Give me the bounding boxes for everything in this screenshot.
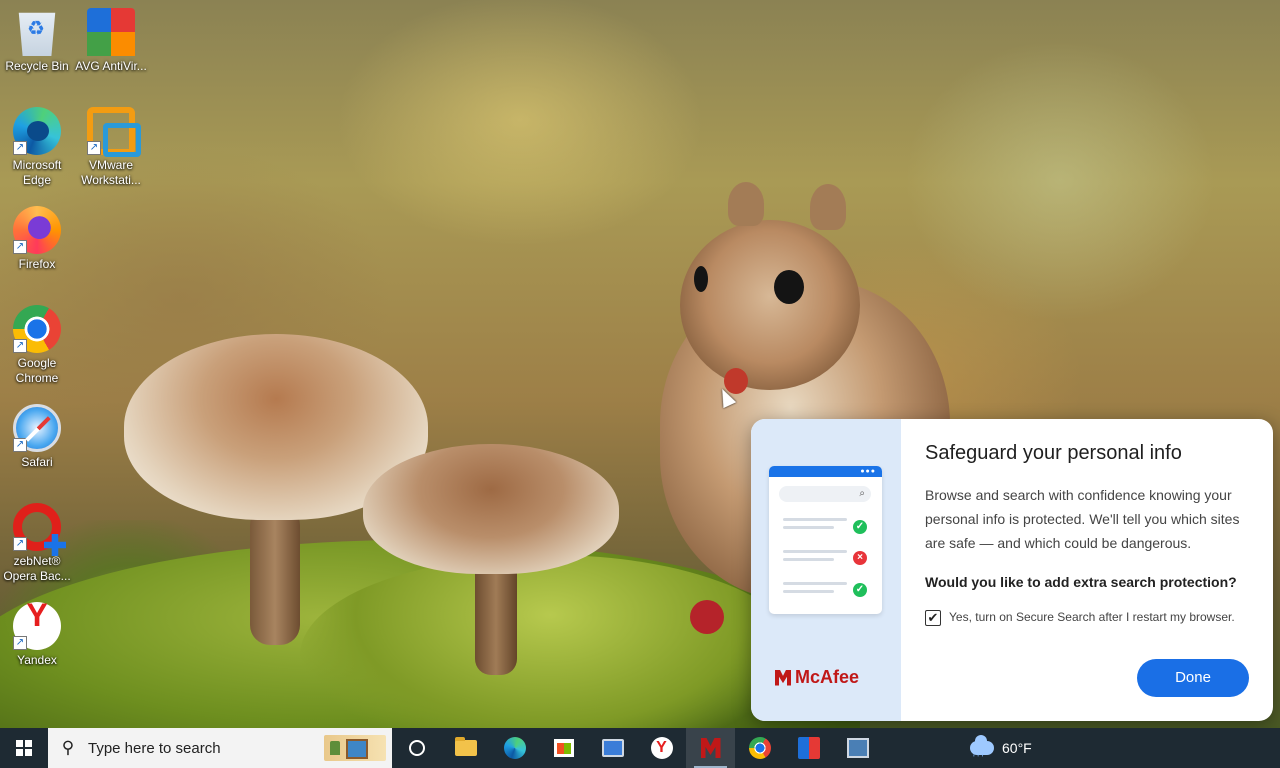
warning-x-icon: ×	[853, 551, 867, 565]
dialog-question: Would you like to add extra search prote…	[925, 574, 1237, 590]
store-icon	[553, 739, 574, 757]
safari-icon: ↗	[13, 404, 61, 452]
avg-antivirus-icon	[797, 737, 820, 759]
dialog-description: Browse and search with confidence knowin…	[925, 487, 1240, 551]
secure-search-checkbox[interactable]: ✔	[925, 610, 941, 626]
taskbar-remote-desktop[interactable]	[588, 728, 637, 768]
windows-logo-icon	[16, 740, 32, 756]
desktop-icon-opera-backup[interactable]: ↗ zebNet® Opera Bac...	[0, 503, 74, 584]
desktop-icon-edge[interactable]: ↗ Microsoft Edge	[0, 107, 74, 188]
taskbar-cortana[interactable]	[392, 728, 441, 768]
rain-cloud-icon	[970, 735, 994, 763]
avg-antivirus-icon: ↗	[87, 8, 135, 56]
mcafee-secure-search-dialog: ●●● ⌕ ✓ × ✓ McAfee Safeguard your person…	[751, 419, 1273, 721]
desktop-icon-avg[interactable]: ↗ AVG AntiVir...	[74, 8, 148, 74]
secure-search-checkbox-label[interactable]: Yes, turn on Secure Search after I resta…	[949, 610, 1235, 624]
cortana-icon	[408, 740, 425, 756]
chrome-icon: ↗	[13, 305, 61, 353]
yandex-icon: Y	[650, 737, 673, 759]
desktop-icon-chrome[interactable]: ↗ Google Chrome	[0, 305, 74, 386]
desktop-icon-firefox[interactable]: ↗ Firefox	[0, 206, 74, 272]
taskbar-file-explorer[interactable]	[441, 728, 490, 768]
monitor-icon	[601, 739, 624, 757]
recycle-bin-icon: ♻	[18, 12, 56, 56]
mcafee-logo: McAfee	[775, 667, 859, 688]
start-button[interactable]	[0, 728, 48, 768]
browser-illustration: ●●● ⌕ ✓ × ✓	[769, 466, 882, 614]
taskbar-chrome[interactable]	[735, 728, 784, 768]
mcafee-shield-icon	[775, 669, 791, 686]
taskbar-search-box[interactable]: ⚲ Type here to search	[48, 728, 392, 768]
taskbar-avg[interactable]	[784, 728, 833, 768]
control-panel-icon	[846, 738, 869, 758]
taskbar-store[interactable]	[539, 728, 588, 768]
vmware-icon: ↗	[87, 107, 141, 157]
folder-icon	[454, 737, 477, 756]
taskbar-yandex[interactable]: Y	[637, 728, 686, 768]
check-icon: ✓	[853, 520, 867, 534]
chrome-icon	[748, 737, 771, 759]
dialog-title: Safeguard your personal info	[925, 442, 1182, 464]
dots-icon: ●●●	[860, 468, 876, 475]
edge-icon: ↗	[13, 107, 61, 155]
search-icon: ⚲	[61, 738, 75, 757]
opera-backup-icon: ↗	[13, 503, 61, 551]
desktop-icon-vmware[interactable]: ↗ VMware Workstati...	[74, 107, 148, 188]
taskbar-edge[interactable]	[490, 728, 539, 768]
check-icon: ✓	[853, 583, 867, 597]
firefox-icon: ↗	[13, 206, 61, 254]
desktop-icon-yandex[interactable]: Y ↗ Yandex	[0, 599, 74, 668]
taskbar: ⚲ Type here to search Y 60°F	[0, 728, 1280, 768]
edge-icon	[503, 737, 526, 759]
done-button[interactable]: Done	[1137, 659, 1249, 697]
taskbar-control-panel[interactable]	[833, 728, 882, 768]
search-highlight-image[interactable]	[324, 735, 386, 761]
dialog-illustration-panel: ●●● ⌕ ✓ × ✓ McAfee	[751, 419, 901, 721]
desktop-icon-recycle-bin[interactable]: ♻ Recycle Bin	[0, 8, 74, 74]
search-icon: ⌕	[859, 488, 865, 499]
weather-widget[interactable]: 60°F	[970, 728, 1032, 768]
taskbar-mcafee[interactable]	[686, 728, 735, 768]
yandex-icon: Y ↗	[13, 599, 61, 650]
mcafee-shield-icon	[700, 738, 721, 758]
desktop-icon-safari[interactable]: ↗ Safari	[0, 404, 74, 470]
